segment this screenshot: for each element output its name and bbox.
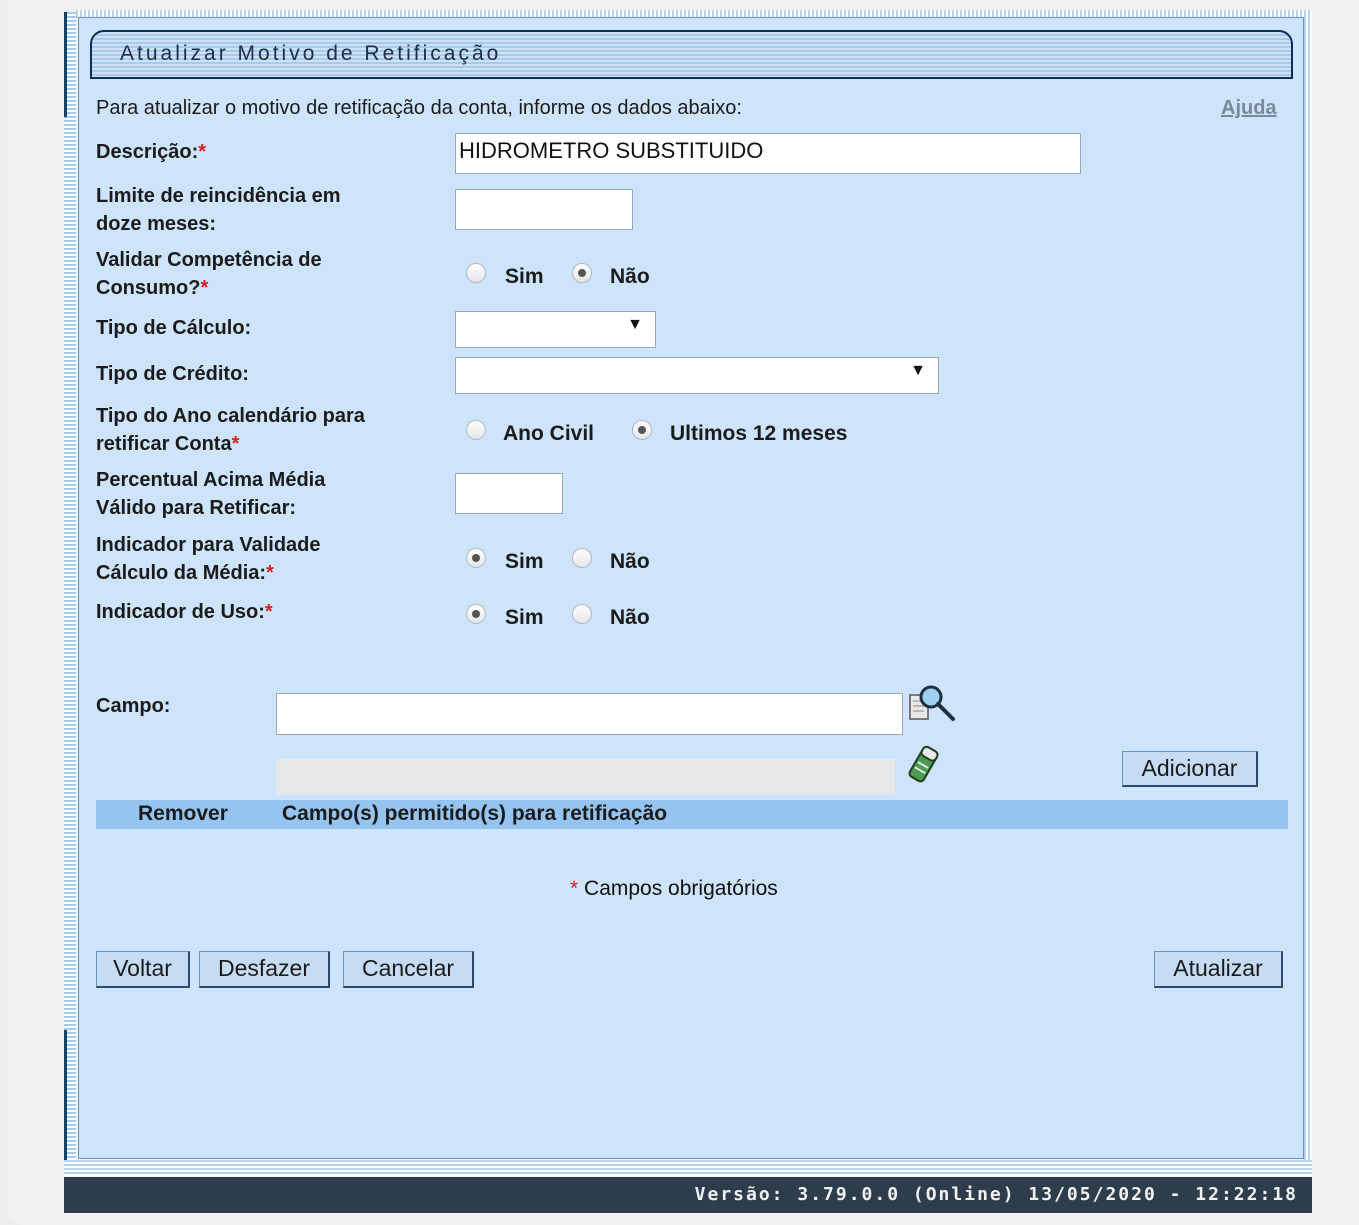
column-header-campos: Campo(s) permitido(s) para retificação [282, 802, 668, 825]
validar-competencia-label-line2: Consumo? [96, 277, 201, 299]
magnifier-document-icon[interactable] [907, 683, 957, 725]
campo-label: Campo: [96, 695, 171, 717]
descricao-label: Descrição:* [96, 138, 206, 166]
percentual-input[interactable] [455, 473, 563, 514]
required-mark: * [198, 141, 207, 163]
indicador-uso-label: Indicador de Uso:* [96, 598, 273, 626]
indicador-uso-sim-label: Sim [505, 606, 544, 629]
tipo-ano-civil-label: Ano Civil [503, 422, 595, 445]
validar-competencia-nao-radio[interactable] [572, 263, 592, 283]
campo-input[interactable] [276, 693, 903, 735]
required-mark: * [231, 433, 240, 455]
required-mark: * [200, 277, 209, 299]
tipo-credito-select[interactable]: ▼ [455, 357, 939, 394]
page-title: Atualizar Motivo de Retificação [120, 42, 502, 65]
indicador-validade-label-line2: Cálculo da Média: [96, 562, 267, 584]
desfazer-button[interactable]: Desfazer [199, 951, 330, 988]
required-note-text: Campos obrigatórios [584, 877, 778, 900]
validar-competencia-sim-label: Sim [505, 265, 544, 288]
title-bar: Atualizar Motivo de Retificação [90, 30, 1293, 79]
limite-label-line2: doze meses: [96, 213, 217, 235]
indicador-validade-label-line1: Indicador para Validade [96, 534, 321, 556]
campo-selected-display [276, 759, 895, 794]
indicador-uso-label-text: Indicador de Uso: [96, 601, 265, 623]
left-frame-accent [64, 12, 67, 117]
bottom-frame-border [64, 1160, 1312, 1176]
intro-text: Para atualizar o motivo de retificação d… [96, 97, 742, 119]
required-mark: * [266, 562, 274, 584]
descricao-label-text: Descrição: [96, 141, 199, 163]
limite-label: Limite de reincidência em doze meses: [96, 182, 341, 238]
percentual-label-line2: Válido para Retificar: [96, 497, 297, 519]
column-header-remover: Remover [138, 802, 228, 825]
validar-competencia-label: Validar Competência de Consumo?* [96, 246, 322, 302]
tipo-ano-ultimos-label: Ultimos 12 meses [670, 422, 848, 445]
limite-input[interactable] [455, 189, 633, 230]
tipo-ano-label-line2: retificar Conta [96, 433, 232, 455]
percentual-label-line1: Percentual Acima Média [96, 469, 326, 491]
indicador-validade-sim-label: Sim [505, 550, 544, 573]
right-frame-border [1304, 10, 1312, 1170]
version-text: Versão: 3.79.0.0 (Online) 13/05/2020 - 1… [694, 1184, 1298, 1205]
indicador-validade-nao-radio[interactable] [572, 548, 592, 568]
tipo-ano-label: Tipo do Ano calendário para retificar Co… [96, 402, 365, 458]
help-link[interactable]: Ajuda [1221, 97, 1277, 120]
required-note: * Campos obrigatórios [570, 877, 778, 901]
campos-table-header: Remover Campo(s) permitido(s) para retif… [96, 800, 1288, 829]
validar-competencia-sim-radio[interactable] [466, 263, 486, 283]
validar-competencia-nao-label: Não [610, 265, 650, 288]
descricao-input[interactable]: HIDROMETRO SUBSTITUIDO [455, 133, 1081, 174]
tipo-credito-label: Tipo de Crédito: [96, 363, 249, 385]
indicador-validade-nao-label: Não [610, 550, 650, 573]
indicador-uso-nao-radio[interactable] [572, 604, 592, 624]
percentual-label: Percentual Acima Média Válido para Retif… [96, 466, 325, 522]
tipo-calculo-select[interactable]: ▼ [455, 311, 656, 348]
adicionar-button[interactable]: Adicionar [1122, 751, 1258, 787]
left-frame-border [64, 12, 76, 1162]
chevron-down-icon: ▼ [910, 362, 926, 379]
required-mark: * [570, 877, 579, 900]
tipo-ano-label-line1: Tipo do Ano calendário para [96, 405, 365, 427]
version-footer: Versão: 3.79.0.0 (Online) 13/05/2020 - 1… [64, 1177, 1312, 1213]
left-frame-accent-lower [64, 1030, 67, 1160]
indicador-uso-nao-label: Não [610, 606, 650, 629]
indicador-validade-sim-radio[interactable] [466, 548, 486, 568]
indicador-validade-label: Indicador para Validade Cálculo da Média… [96, 531, 321, 587]
limite-label-line1: Limite de reincidência em [96, 185, 341, 207]
tipo-calculo-label: Tipo de Cálculo: [96, 317, 252, 339]
validar-competencia-label-line1: Validar Competência de [96, 249, 322, 271]
eraser-icon[interactable] [903, 745, 943, 785]
indicador-uso-sim-radio[interactable] [466, 604, 486, 624]
atualizar-button[interactable]: Atualizar [1154, 951, 1283, 988]
tipo-ano-ultimos-radio[interactable] [632, 420, 652, 440]
chevron-down-icon: ▼ [627, 316, 643, 333]
required-mark: * [264, 601, 273, 623]
cancelar-button[interactable]: Cancelar [343, 951, 474, 988]
tipo-ano-civil-radio[interactable] [466, 420, 486, 440]
voltar-button[interactable]: Voltar [96, 951, 190, 988]
